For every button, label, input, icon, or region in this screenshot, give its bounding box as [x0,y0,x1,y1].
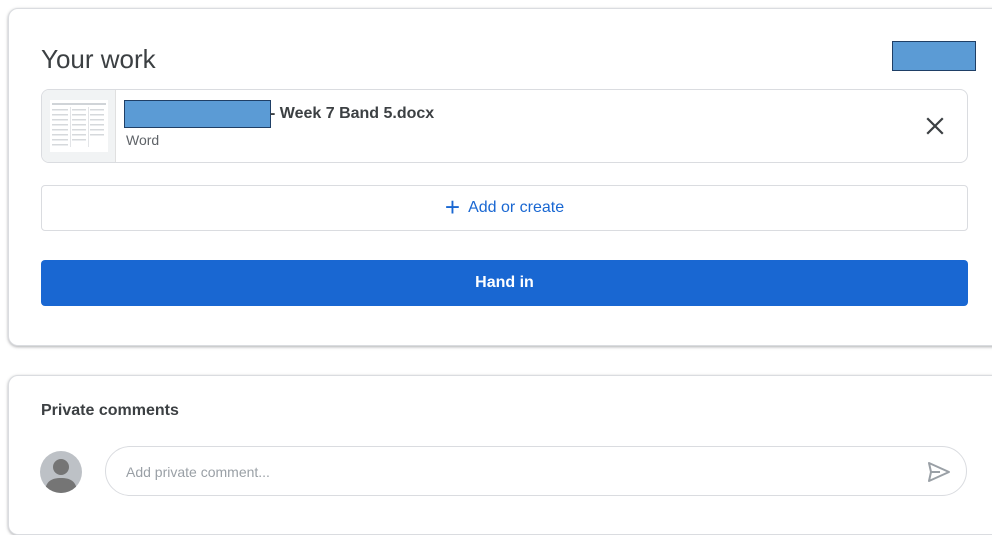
attachment-file-name[interactable]: - Week 7 Band 5.docx [270,105,434,123]
your-work-card: Your work - Week 7 Band 5.docx Word + Ad… [8,8,992,346]
plus-icon: + [444,191,461,222]
redacted-status [892,41,976,71]
your-work-title: Your work [41,44,156,74]
close-icon [926,117,944,135]
add-or-create-label: Add or create [468,199,565,216]
avatar [40,451,82,493]
remove-attachment-button[interactable] [921,112,949,140]
hand-in-button[interactable]: Hand in [41,260,968,306]
attachment-file-type: Word [126,132,160,148]
private-comments-card: Private comments [8,375,992,535]
document-thumbnail [42,90,116,162]
attachment-card[interactable]: - Week 7 Band 5.docx Word [41,89,968,163]
person-icon [45,459,77,493]
comment-input-container [105,446,967,497]
send-icon[interactable] [926,459,952,485]
add-or-create-button[interactable]: + Add or create [41,185,968,231]
private-comment-input[interactable] [124,447,908,497]
redacted-name [124,100,271,128]
private-comments-title: Private comments [41,402,179,419]
document-preview-icon [50,100,108,152]
